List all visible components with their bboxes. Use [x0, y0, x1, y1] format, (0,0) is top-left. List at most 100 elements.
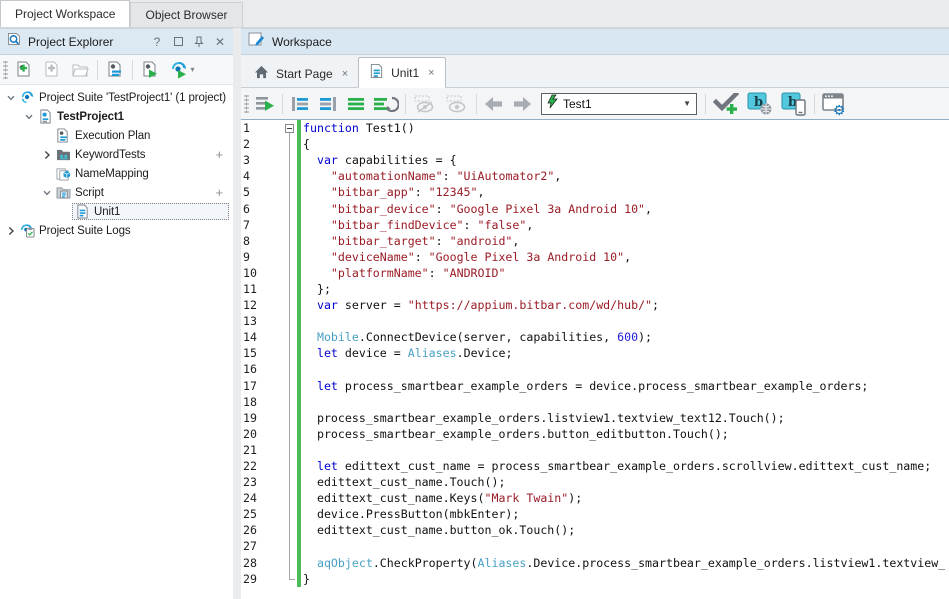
indent-right-icon[interactable]	[315, 92, 341, 116]
chevron-down-icon[interactable]	[22, 110, 36, 124]
pin-icon[interactable]	[192, 35, 206, 49]
tree-item-script[interactable]: Script+	[0, 183, 233, 202]
toolbar-separator	[476, 94, 477, 114]
back-icon[interactable]	[481, 92, 507, 116]
tree-item-namemapping[interactable]: NameMapping	[0, 164, 233, 183]
line-number: 23	[241, 475, 261, 489]
tree-item-execution-plan[interactable]: Execution Plan	[0, 126, 233, 145]
editor-settings-icon[interactable]: ⚙	[819, 92, 853, 116]
code-line[interactable]: 5 "bitbar_app": "12345",	[241, 184, 949, 200]
tree-item-keywordtests[interactable]: KeywordTests+	[0, 145, 233, 164]
run-suite-icon[interactable]: ▾	[165, 58, 199, 82]
line-number: 6	[241, 202, 261, 216]
code-line[interactable]: 2{	[241, 136, 949, 152]
indent-left-icon[interactable]	[287, 92, 313, 116]
tab-project-workspace[interactable]: Project Workspace	[0, 0, 130, 27]
tree-item-testproject1[interactable]: TestProject1	[0, 107, 233, 126]
tree-item-project-suite-testproject1-1-project[interactable]: Project Suite 'TestProject1' (1 project)	[0, 88, 233, 107]
open-item-icon[interactable]	[67, 58, 93, 82]
routine-selector-value: Test1	[563, 97, 678, 111]
code-editor[interactable]: 1function Test1()2{3 var capabilities = …	[241, 120, 949, 599]
code-text: "platformName": "ANDROID"	[303, 266, 949, 280]
code-line[interactable]: 8 "bitbar_target": "android",	[241, 233, 949, 249]
code-line[interactable]: 15 let device = Aliases.Device;	[241, 345, 949, 361]
add-item-plus-icon[interactable]: +	[216, 185, 230, 200]
code-line[interactable]: 28 aqObject.CheckProperty(Aliases.Device…	[241, 555, 949, 571]
code-line[interactable]: 1function Test1()	[241, 120, 949, 136]
code-line[interactable]: 12 var server = "https://appium.bitbar.c…	[241, 297, 949, 313]
code-line[interactable]: 27	[241, 538, 949, 554]
change-bar	[297, 522, 301, 538]
code-line[interactable]: 11 };	[241, 281, 949, 297]
bitbar-web-icon[interactable]: b	[744, 92, 776, 116]
code-line[interactable]: 24 edittext_cust_name.Keys("Mark Twain")…	[241, 490, 949, 506]
fold-line	[285, 442, 295, 458]
fold-line	[285, 249, 295, 265]
tab-object-browser[interactable]: Object Browser	[130, 2, 242, 27]
chevron-down-icon[interactable]	[40, 186, 54, 200]
tab-unit1[interactable]: Unit1 ×	[358, 57, 445, 88]
forward-icon[interactable]	[509, 92, 535, 116]
code-line[interactable]: 26 edittext_cust_name.button_ok.Touch();	[241, 522, 949, 538]
fold-line	[285, 136, 295, 152]
code-line[interactable]: 17 let process_smartbear_example_orders …	[241, 378, 949, 394]
close-tab-icon[interactable]: ×	[342, 68, 348, 80]
execution-plan-icon[interactable]	[102, 58, 128, 82]
code-line[interactable]: 3 var capabilities = {	[241, 152, 949, 168]
float-icon[interactable]	[171, 35, 185, 49]
toolbar-grip[interactable]	[3, 61, 8, 79]
code-line[interactable]: 18	[241, 394, 949, 410]
code-line[interactable]: 10 "platformName": "ANDROID"	[241, 265, 949, 281]
add-item-icon[interactable]	[39, 58, 65, 82]
hide-code-icon[interactable]	[410, 92, 440, 116]
show-code-icon[interactable]	[442, 92, 472, 116]
run-project-icon[interactable]	[137, 58, 163, 82]
code-line[interactable]: 29}	[241, 571, 949, 587]
bitbar-device-icon[interactable]: b	[778, 92, 810, 116]
code-line[interactable]: 25 device.PressButton(mbkEnter);	[241, 506, 949, 522]
code-line[interactable]: 22 let edittext_cust_name = process_smar…	[241, 458, 949, 474]
line-number: 29	[241, 572, 261, 586]
project-explorer-panel: Project Explorer ? ✕	[0, 28, 233, 599]
change-bar	[297, 426, 301, 442]
fold-line	[285, 297, 295, 313]
chevron-right-icon[interactable]	[40, 148, 54, 162]
code-line[interactable]: 14 Mobile.ConnectDevice(server, capabili…	[241, 329, 949, 345]
tab-label: Project Workspace	[15, 7, 115, 21]
fold-line	[285, 522, 295, 538]
tree-item-unit1[interactable]: Unit1	[0, 202, 233, 221]
panel-splitter[interactable]	[233, 28, 241, 599]
tree-item-project-suite-logs[interactable]: Project Suite Logs	[0, 221, 233, 240]
close-icon[interactable]: ✕	[213, 35, 227, 49]
chevron-down-icon[interactable]	[4, 91, 18, 105]
code-line[interactable]: 21	[241, 442, 949, 458]
code-line[interactable]: 6 "bitbar_device": "Google Pixel 3a Andr…	[241, 200, 949, 216]
tab-start-page[interactable]: Start Page ×	[244, 60, 358, 87]
format-lines-icon[interactable]	[343, 92, 369, 116]
chevron-right-icon[interactable]	[4, 224, 18, 238]
line-number: 4	[241, 169, 261, 183]
code-line[interactable]: 16	[241, 361, 949, 377]
help-icon[interactable]: ?	[150, 35, 164, 49]
fold-line	[285, 506, 295, 522]
code-line[interactable]: 7 "bitbar_findDevice": "false",	[241, 217, 949, 233]
code-line[interactable]: 23 edittext_cust_name.Touch();	[241, 474, 949, 490]
revert-format-icon[interactable]	[371, 92, 401, 116]
add-project-icon[interactable]	[11, 58, 37, 82]
routine-selector[interactable]: Test1 ▼	[541, 93, 697, 115]
add-item-plus-icon[interactable]: +	[216, 147, 230, 162]
code-line[interactable]: 19 process_smartbear_example_orders.list…	[241, 410, 949, 426]
chevron-spacer	[40, 167, 54, 181]
toolbar-grip[interactable]	[244, 95, 249, 113]
code-line[interactable]: 13	[241, 313, 949, 329]
code-line[interactable]: 20 process_smartbear_example_orders.butt…	[241, 426, 949, 442]
fold-line	[285, 200, 295, 216]
check-syntax-icon[interactable]	[710, 92, 742, 116]
toolbar-separator	[814, 94, 815, 114]
toolbar-separator	[705, 94, 706, 114]
close-tab-icon[interactable]: ×	[428, 67, 434, 79]
code-line[interactable]: 9 "deviceName": "Google Pixel 3a Android…	[241, 249, 949, 265]
fold-collapse-icon[interactable]	[285, 120, 295, 136]
run-routine-icon[interactable]	[252, 92, 278, 116]
code-line[interactable]: 4 "automationName": "UiAutomator2",	[241, 168, 949, 184]
